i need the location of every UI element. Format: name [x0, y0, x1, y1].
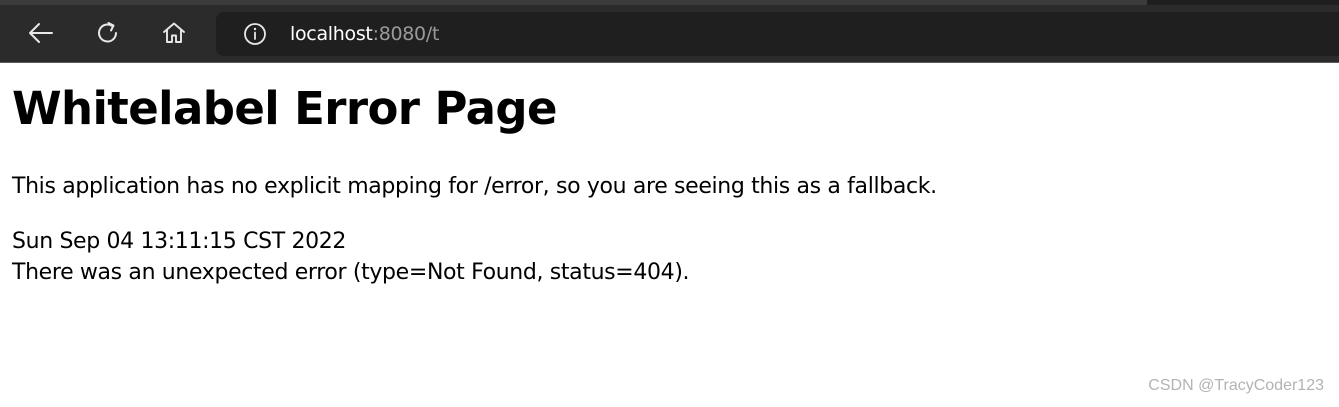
browser-toolbar: localhost:8080/t [0, 0, 1339, 63]
url-host: localhost [290, 23, 373, 45]
arrow-left-icon [29, 23, 53, 43]
address-bar[interactable]: localhost:8080/t [216, 12, 1339, 56]
info-circle-icon[interactable] [243, 22, 267, 46]
url-text[interactable]: localhost:8080/t [290, 23, 439, 45]
tab-strip-edge [1147, 0, 1339, 5]
back-button[interactable] [21, 13, 61, 53]
tab-strip [0, 0, 1147, 5]
error-timestamp: Sun Sep 04 13:11:15 CST 2022 [12, 229, 347, 254]
error-message: This application has no explicit mapping… [12, 174, 937, 199]
error-detail: There was an unexpected error (type=Not … [12, 260, 690, 285]
refresh-icon [98, 22, 117, 43]
page-title: Whitelabel Error Page [12, 82, 558, 135]
home-icon [163, 22, 185, 43]
url-port-path: :8080/t [372, 23, 440, 45]
watermark: CSDN @TracyCoder123 [1148, 377, 1324, 394]
home-button[interactable] [154, 13, 194, 53]
reload-button[interactable] [88, 13, 128, 53]
page-content: Whitelabel Error Page This application h… [12, 64, 1339, 407]
